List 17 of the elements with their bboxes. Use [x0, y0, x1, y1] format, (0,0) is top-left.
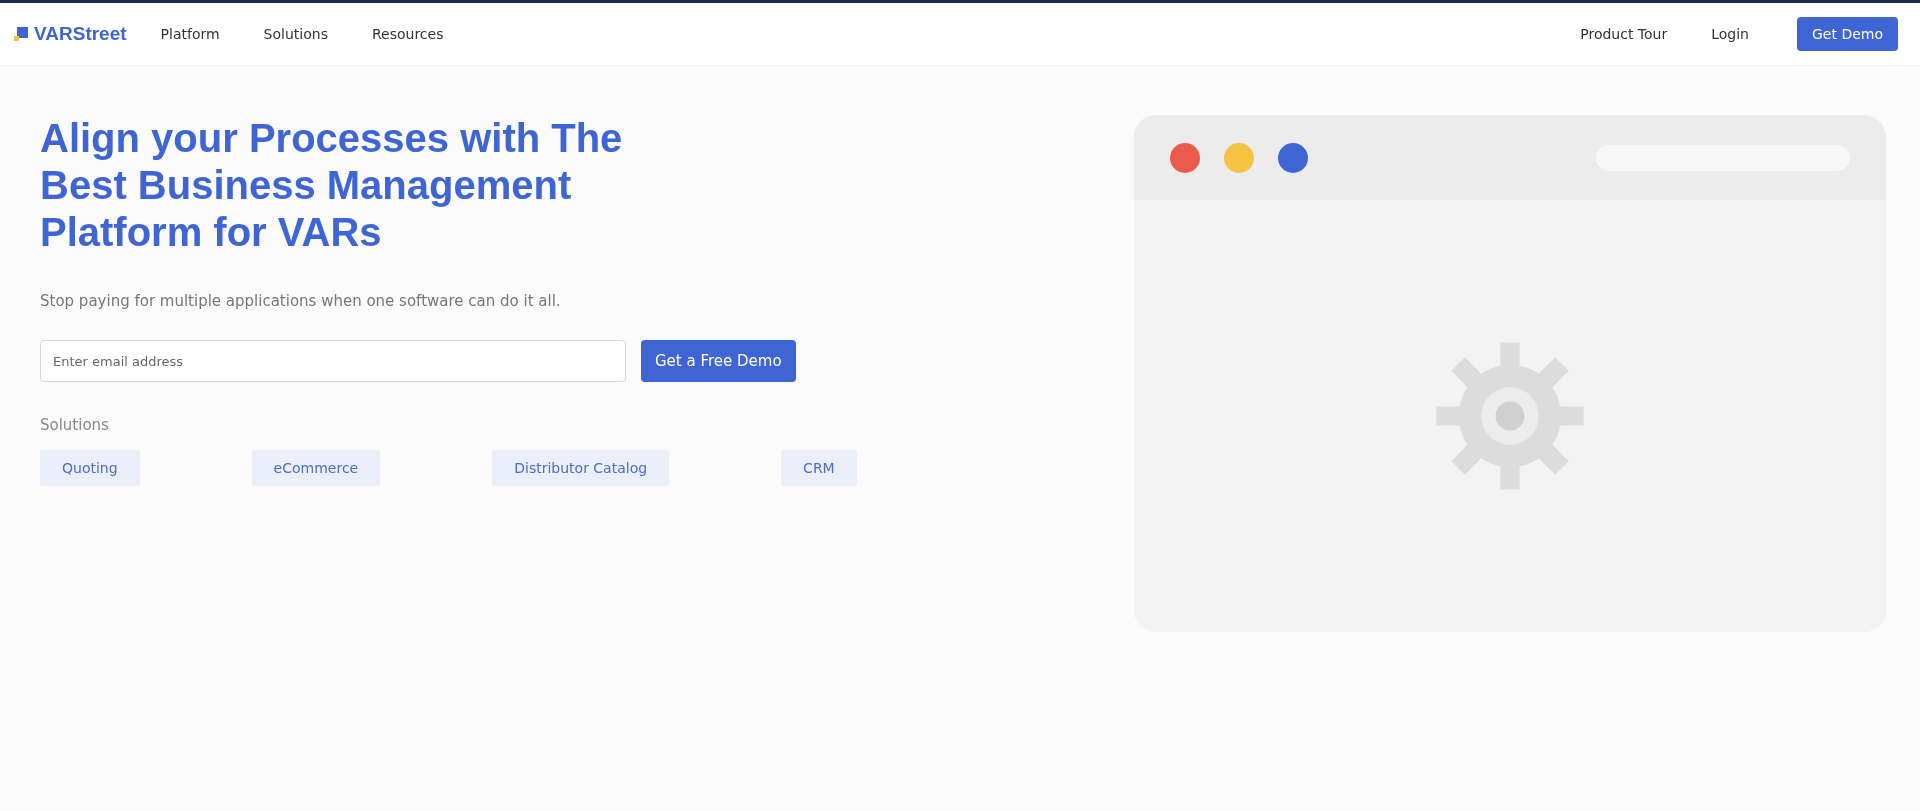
free-demo-button[interactable]: Get a Free Demo	[641, 340, 796, 382]
hero-title: Align your Processes with The Best Business Management Platform for VARs	[40, 115, 624, 256]
logo-icon	[14, 27, 28, 41]
nav-link[interactable]: Platform	[160, 26, 220, 42]
nav-link[interactable]: Product Tour	[1580, 26, 1668, 42]
nav-link[interactable]: Solutions	[263, 26, 328, 42]
nav-link[interactable]: Resources	[371, 26, 444, 42]
email-input[interactable]: Enter email address	[40, 340, 626, 382]
nav-link[interactable]: Login	[1711, 26, 1749, 42]
get-demo-button[interactable]: Get Demo	[1797, 17, 1898, 51]
solution-chip[interactable]: Quoting	[40, 450, 140, 486]
solution-chip[interactable]: Distributor Catalog	[492, 450, 670, 486]
logo-text[interactable]: VARStreet	[34, 23, 127, 45]
solution-chip[interactable]: eCommerce	[251, 450, 381, 486]
hero-subtitle: Stop paying for multiple applications when one software can do it all.	[40, 292, 562, 310]
solution-chip[interactable]: CRM	[781, 450, 857, 486]
solutions-label: Solutions	[40, 416, 110, 434]
